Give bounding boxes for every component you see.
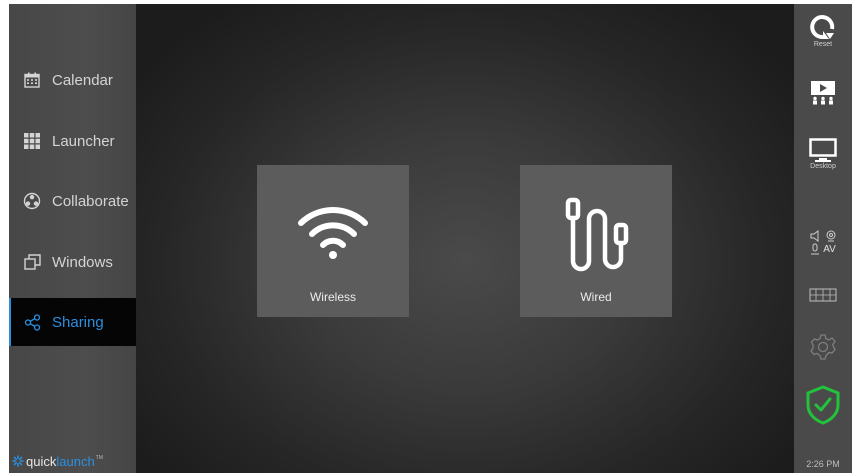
logo-trademark: TM	[95, 455, 103, 461]
reset-icon	[810, 15, 835, 40]
sidebar-item-label: Calendar	[52, 71, 113, 89]
desktop-label: Desktop	[810, 163, 836, 170]
settings-button[interactable]	[794, 333, 852, 361]
grid-icon	[21, 130, 43, 152]
sidebar-item-collaborate[interactable]: Collaborate	[9, 177, 136, 225]
collaborate-icon	[21, 190, 43, 212]
right-rail: Reset Desktop AV 2:26 PM	[794, 4, 852, 473]
microphone-icon	[811, 243, 820, 255]
sidebar-item-label: Windows	[52, 253, 113, 271]
cable-icon	[520, 195, 672, 273]
sidebar-item-calendar[interactable]: Calendar	[9, 56, 136, 104]
presentation-icon	[811, 81, 835, 105]
calendar-icon	[21, 69, 43, 91]
av-button[interactable]: AV	[794, 230, 852, 255]
wired-label: Wired	[580, 290, 612, 304]
sidebar: Calendar Launcher Collaborate Windows Sh…	[9, 4, 138, 473]
reset-button[interactable]: Reset	[794, 12, 852, 48]
clock-time: 2:26 PM	[806, 459, 840, 469]
av-row: AV	[810, 243, 836, 255]
quicklaunch-logo-icon	[12, 455, 24, 467]
room-layout-button[interactable]	[794, 288, 852, 302]
app-screen: Calendar Launcher Collaborate Windows Sh…	[9, 4, 852, 473]
wireless-tile[interactable]: Wireless	[257, 165, 409, 317]
main-panel: Wireless Wired	[136, 4, 794, 473]
room-layout-icon	[809, 288, 837, 302]
av-icons	[810, 230, 837, 242]
secure-status-button[interactable]	[794, 385, 852, 425]
share-icon	[21, 311, 43, 333]
sidebar-item-label: Launcher	[52, 132, 115, 150]
logo-text-quick: quick	[26, 453, 57, 469]
shield-check-icon	[806, 385, 840, 425]
sidebar-item-label: Collaborate	[52, 192, 129, 210]
windows-icon	[21, 251, 43, 273]
sidebar-item-sharing[interactable]: Sharing	[9, 298, 138, 346]
av-label: AV	[823, 243, 836, 255]
gear-icon	[810, 334, 836, 360]
logo-text-launch: launch	[56, 453, 95, 469]
reset-label: Reset	[813, 41, 833, 48]
sidebar-item-launcher[interactable]: Launcher	[9, 117, 136, 165]
wifi-icon	[257, 199, 409, 259]
wireless-label: Wireless	[309, 290, 356, 304]
desktop-icon	[809, 138, 837, 162]
camera-icon	[826, 230, 835, 242]
desktop-button[interactable]: Desktop	[794, 138, 852, 170]
sidebar-item-windows[interactable]: Windows	[9, 238, 136, 286]
sidebar-item-label: Sharing	[52, 313, 104, 331]
speaker-icon	[810, 230, 818, 242]
quicklaunch-logo: quick launch TM	[12, 453, 103, 469]
wired-tile[interactable]: Wired	[520, 165, 672, 317]
presentation-button[interactable]	[794, 80, 852, 106]
